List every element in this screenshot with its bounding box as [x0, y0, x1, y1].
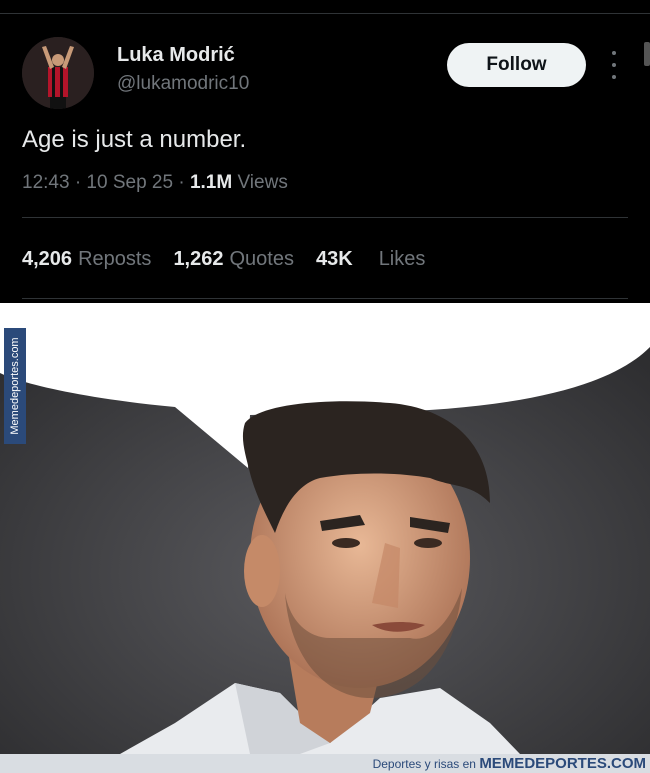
- divider: [0, 13, 650, 14]
- quotes-label: Quotes: [229, 248, 294, 270]
- author-name[interactable]: Luka Modrić: [117, 44, 235, 67]
- views-label: Views: [232, 172, 288, 193]
- reposts-count: 4,206: [22, 248, 73, 270]
- avatar[interactable]: [22, 37, 94, 109]
- watermark-vertical-text: Memedeportes.com: [9, 337, 21, 435]
- quotes-count: 1,262: [173, 248, 224, 270]
- reposts-stat[interactable]: 4,206 Reposts: [22, 248, 151, 271]
- engagement-stats: 4,206 Reposts 1,262 Quotes 43K Likes: [22, 248, 447, 271]
- footer-prefix: Deportes y risas en: [372, 757, 480, 771]
- tweet-text: Age is just a number.: [22, 126, 247, 153]
- tweet-card: Luka Modrić @lukamodric10 Follow Age is …: [0, 0, 650, 303]
- footer-brand: MEMEDEPORTES.COM: [479, 755, 646, 772]
- more-vertical-icon[interactable]: [604, 51, 624, 79]
- follow-button[interactable]: Follow: [447, 43, 586, 87]
- author-handle[interactable]: @lukamodric10: [117, 73, 249, 95]
- tweet-meta: 12:43 · 10 Sep 25 · 1.1M Views: [22, 172, 288, 194]
- divider: [22, 217, 628, 218]
- tweet-time[interactable]: 12:43 · 10 Sep 25 ·: [22, 172, 190, 193]
- watermark-vertical: Memedeportes.com: [4, 328, 26, 444]
- quotes-stat[interactable]: 1,262 Quotes: [173, 248, 294, 271]
- likes-count: 43K: [315, 248, 353, 270]
- likes-stat[interactable]: 43K Likes: [316, 248, 425, 271]
- divider: [22, 298, 628, 299]
- likes-label: Likes: [378, 248, 426, 270]
- views-count: 1.1M: [189, 172, 233, 193]
- scrollbar[interactable]: [644, 42, 650, 66]
- reposts-label: Reposts: [78, 248, 152, 270]
- watermark-footer: Deportes y risas en MEMEDEPORTES.COM: [0, 754, 650, 773]
- meme-photo: [0, 303, 650, 754]
